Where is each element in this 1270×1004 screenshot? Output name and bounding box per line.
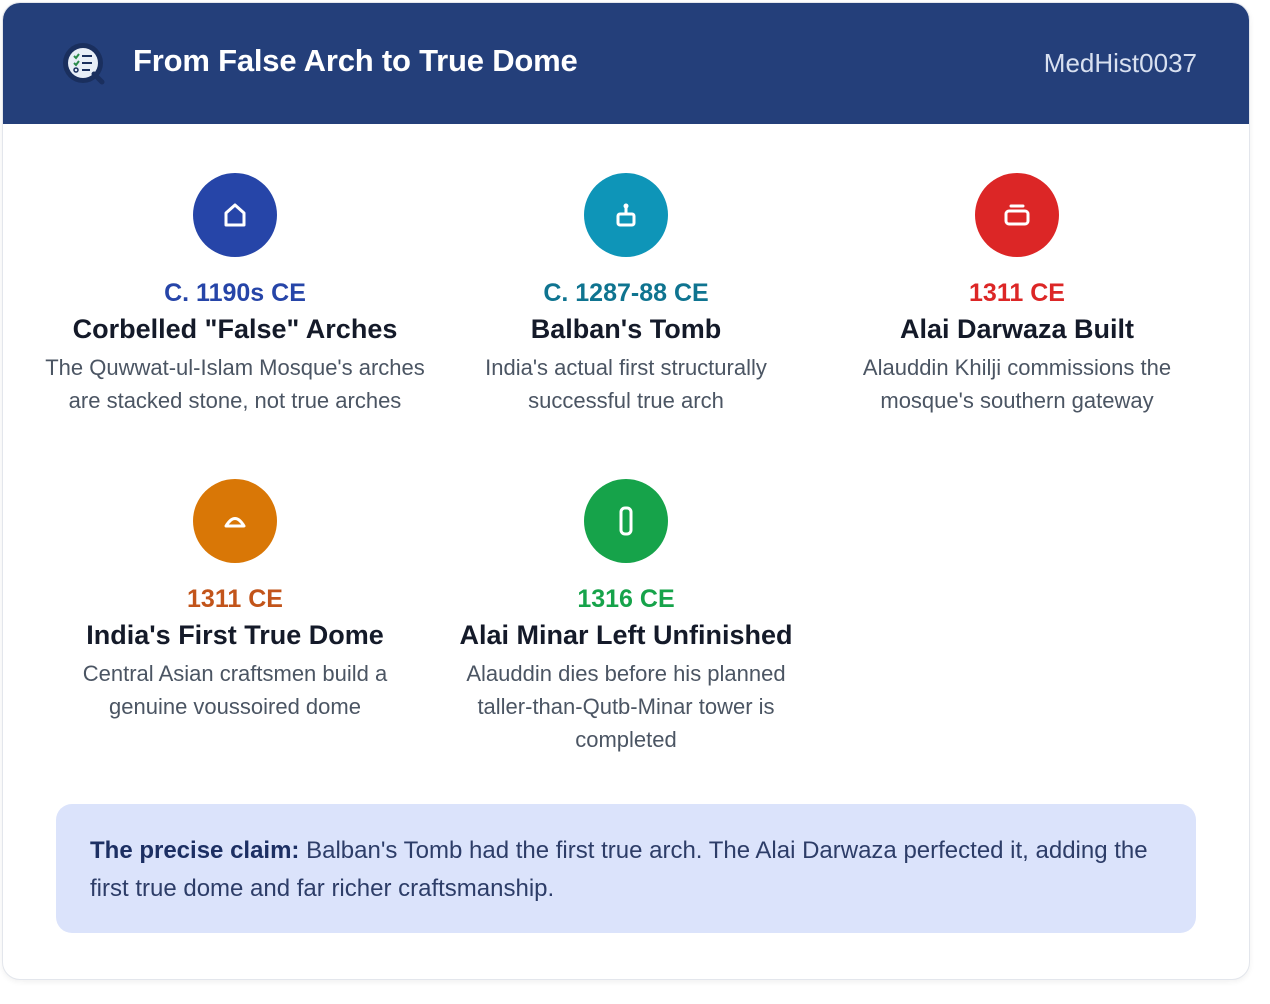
event-title: India's First True Dome bbox=[86, 620, 384, 650]
event-title: Alai Darwaza Built bbox=[899, 314, 1135, 344]
event-description: India's actual first structurally succes… bbox=[485, 355, 767, 413]
timeline-event: C. 1287-88 CE Balban's Tomb India's actu… bbox=[436, 173, 816, 417]
event-icon-badge bbox=[193, 479, 277, 563]
event-description: Central Asian craftsmen build a genuine … bbox=[82, 661, 388, 719]
timeline-event: 1311 CE India's First True Dome Central … bbox=[45, 479, 425, 723]
claim-note: The precise claim: Balban's Tomb had the… bbox=[56, 804, 1196, 933]
event-date: 1311 CE bbox=[187, 585, 283, 613]
item-code: MedHist0037 bbox=[1043, 48, 1197, 78]
event-description: Alauddin Khilji commissions the mosque's… bbox=[862, 355, 1172, 413]
timeline-card: From False Arch to True Dome MedHist0037… bbox=[2, 2, 1250, 980]
event-title: Corbelled "False" Arches bbox=[72, 314, 398, 344]
event-icon-badge bbox=[584, 479, 668, 563]
event-icon-badge bbox=[975, 173, 1059, 257]
timeline-event: 1316 CE Alai Minar Left Unfinished Alaud… bbox=[436, 479, 816, 756]
event-date: C. 1287-88 CE bbox=[543, 279, 709, 307]
event-date: 1316 CE bbox=[577, 585, 675, 613]
minaret-icon bbox=[619, 506, 633, 536]
tomb-icon bbox=[616, 203, 636, 227]
house-arch-icon bbox=[224, 203, 246, 227]
event-icon-badge bbox=[584, 173, 668, 257]
gateway-icon bbox=[1004, 204, 1030, 226]
event-icon-badge bbox=[193, 173, 277, 257]
dome-icon bbox=[224, 517, 246, 528]
page-title: From False Arch to True Dome bbox=[133, 43, 578, 78]
quiz-checklist-icon bbox=[63, 43, 105, 85]
event-title: Balban's Tomb bbox=[530, 314, 722, 344]
card-header: From False Arch to True Dome MedHist0037 bbox=[3, 3, 1249, 124]
event-date: C. 1190s CE bbox=[164, 279, 306, 307]
event-title: Alai Minar Left Unfinished bbox=[459, 620, 793, 650]
event-description: The Quwwat-ul-Islam Mosque's arches are … bbox=[45, 355, 425, 413]
event-date: 1311 CE bbox=[969, 279, 1065, 307]
timeline-event: 1311 CE Alai Darwaza Built Alauddin Khil… bbox=[827, 173, 1207, 417]
event-description: Alauddin dies before his planned taller-… bbox=[466, 661, 786, 752]
timeline-event: C. 1190s CE Corbelled "False" Arches The… bbox=[45, 173, 425, 417]
note-lead: The precise claim: bbox=[90, 837, 300, 864]
